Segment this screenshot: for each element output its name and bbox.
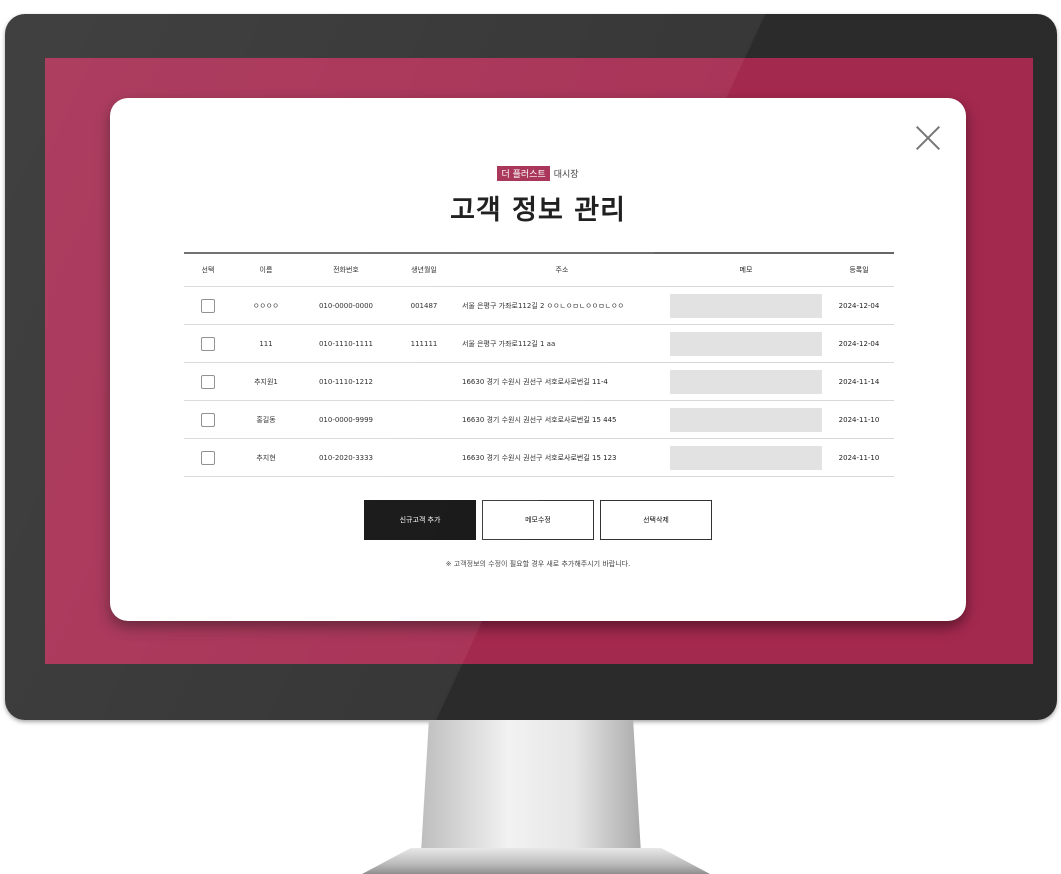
header-memo: 메모 (668, 253, 824, 287)
table-row: 홍길동 010-0000-9999 16630 경기 수원시 권선구 서호로사로… (184, 400, 894, 439)
cell-name: 111 (232, 324, 300, 363)
row-checkbox[interactable] (201, 298, 215, 313)
table-row: 추지현 010-2020-3333 16630 경기 수원시 권선구 서호로사로… (184, 438, 894, 477)
table-row: 추지원1 010-1110-1212 16630 경기 수원시 권선구 서호로사… (184, 362, 894, 401)
action-button-row: 신규고객 추가 메모수정 선택삭제 (110, 500, 966, 540)
monitor-frame: 더 플러스트 대시장 고객 정보 관리 선택 이름 전화번호 생년월일 주소 메모… (5, 14, 1057, 720)
header-address: 주소 (456, 253, 668, 287)
cell-date: 2024-12-04 (824, 324, 894, 363)
memo-input[interactable] (670, 369, 822, 394)
cell-name: 추지원1 (232, 362, 300, 401)
cell-phone: 010-0000-9999 (300, 400, 392, 439)
table-header-row: 선택 이름 전화번호 생년월일 주소 메모 등록일 (184, 253, 894, 287)
cell-phone: 010-1110-1111 (300, 324, 392, 363)
monitor-stand-neck (420, 720, 642, 870)
cell-date: 2024-12-04 (824, 286, 894, 325)
customer-table: 선택 이름 전화번호 생년월일 주소 메모 등록일 ㅇㅇㅇㅇ 010-0000-… (184, 252, 894, 477)
brand-line: 더 플러스트 대시장 (110, 166, 966, 181)
header-name: 이름 (232, 253, 300, 287)
header-date: 등록일 (824, 253, 894, 287)
cell-address: 서울 은평구 가좌로112길 2 ㅇㅇㄴㅇㅁㄴㅇㅇㅁㄴㅇㅇ (456, 286, 668, 325)
cell-address: 16630 경기 수원시 권선구 서호로사로번길 11-4 (456, 362, 668, 401)
cell-birth (392, 362, 456, 401)
cell-birth (392, 400, 456, 439)
page-title: 고객 정보 관리 (450, 195, 626, 226)
memo-input[interactable] (670, 407, 822, 432)
notice-text: ※ 고객정보의 수정이 필요할 경우 새로 추가해주시기 바랍니다. (445, 560, 631, 568)
close-icon[interactable] (916, 126, 940, 150)
table-row: 111 010-1110-1111 111111 서울 은평구 가좌로112길 … (184, 324, 894, 363)
brand-badge: 더 플러스트 (497, 166, 550, 181)
cell-name: 추지현 (232, 438, 300, 477)
delete-selected-button[interactable]: 선택삭제 (600, 500, 712, 540)
brand-suffix: 대시장 (553, 170, 579, 180)
cell-address: 16630 경기 수원시 권선구 서호로사로번길 15 445 (456, 400, 668, 439)
cell-name: 홍길동 (232, 400, 300, 439)
cell-date: 2024-11-10 (824, 438, 894, 477)
cell-address: 서울 은평구 가좌로112길 1 aa (456, 324, 668, 363)
cell-name: ㅇㅇㅇㅇ (232, 286, 300, 325)
cell-birth: 111111 (392, 324, 456, 363)
row-checkbox[interactable] (201, 450, 215, 465)
cell-phone: 010-1110-1212 (300, 362, 392, 401)
customer-info-modal: 더 플러스트 대시장 고객 정보 관리 선택 이름 전화번호 생년월일 주소 메모… (110, 98, 966, 621)
add-customer-button[interactable]: 신규고객 추가 (364, 500, 476, 540)
header-select: 선택 (184, 253, 232, 287)
header-birth: 생년월일 (392, 253, 456, 287)
row-checkbox[interactable] (201, 374, 215, 389)
table-row: ㅇㅇㅇㅇ 010-0000-0000 001487 서울 은평구 가좌로112길… (184, 286, 894, 325)
monitor-stand-base (362, 848, 710, 874)
memo-input[interactable] (670, 445, 822, 470)
cell-date: 2024-11-10 (824, 400, 894, 439)
row-checkbox[interactable] (201, 412, 215, 427)
cell-birth (392, 438, 456, 477)
cell-phone: 010-2020-3333 (300, 438, 392, 477)
row-checkbox[interactable] (201, 336, 215, 351)
cell-date: 2024-11-14 (824, 362, 894, 401)
memo-input[interactable] (670, 293, 822, 318)
cell-phone: 010-0000-0000 (300, 286, 392, 325)
header-phone: 전화번호 (300, 253, 392, 287)
cell-address: 16630 경기 수원시 권선구 서호로사로번길 15 123 (456, 438, 668, 477)
monitor-screen: 더 플러스트 대시장 고객 정보 관리 선택 이름 전화번호 생년월일 주소 메모… (45, 58, 1033, 664)
cell-birth: 001487 (392, 286, 456, 325)
edit-memo-button[interactable]: 메모수정 (482, 500, 594, 540)
memo-input[interactable] (670, 331, 822, 356)
